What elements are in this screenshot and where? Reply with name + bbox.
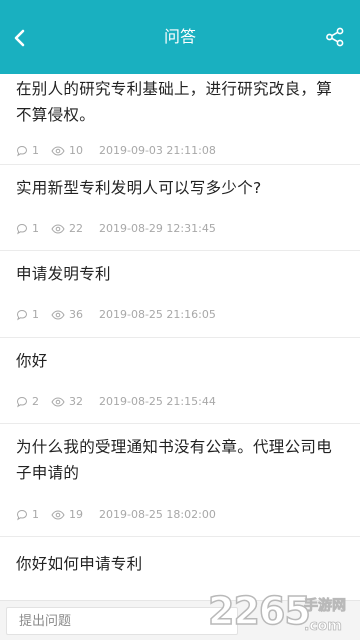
eye-icon [51, 223, 65, 235]
comment-icon [16, 396, 28, 408]
view-count: 19 [69, 508, 83, 521]
answer-count: 1 [32, 144, 39, 157]
app-header: 问答 [0, 0, 360, 74]
share-button[interactable] [324, 26, 346, 48]
share-icon [326, 27, 344, 47]
answer-count: 1 [32, 508, 39, 521]
site-watermark-logo: 2265 .com 手游网 [207, 588, 346, 634]
question-meta: 1 36 2019-08-25 21:16:05 [16, 308, 216, 322]
watermark-tagline: 手游网 [304, 597, 346, 614]
view-count: 10 [69, 144, 83, 157]
question-item[interactable]: 为什么我的受理通知书没有公章。代理公司电子申请的 1 19 2019-08-25… [0, 424, 360, 537]
answer-count: 1 [32, 222, 39, 235]
post-date: 2019-08-25 18:02:00 [99, 508, 216, 521]
watermark-brand: 2265 [208, 589, 310, 633]
view-count: 22 [69, 222, 83, 235]
question-title: 为什么我的受理通知书没有公章。代理公司电子申请的 [16, 438, 333, 482]
question-title: 你好 [16, 352, 48, 370]
eye-icon [51, 145, 65, 157]
question-item[interactable]: 申请发明专利 1 36 2019-08-25 21:16:05 [0, 251, 360, 338]
watermark-suffix: .com [304, 618, 342, 634]
post-date: 2019-08-29 12:31:45 [99, 222, 216, 235]
question-title: 在别人的研究专利基础上，进行研究改良，算不算侵权。 [16, 80, 333, 124]
question-meta: 2 32 2019-08-25 21:15:44 [16, 395, 216, 409]
answer-count: 2 [32, 395, 39, 408]
view-count: 36 [69, 308, 83, 321]
post-date: 2019-08-25 21:16:05 [99, 308, 216, 321]
comment-icon [16, 145, 28, 157]
question-list: 在别人的研究专利基础上，进行研究改良，算不算侵权。 1 10 2019-09-0… [0, 74, 360, 597]
question-meta: 1 10 2019-09-03 21:11:08 [16, 144, 216, 158]
question-item[interactable]: 在别人的研究专利基础上，进行研究改良，算不算侵权。 1 10 2019-09-0… [0, 74, 360, 165]
question-item[interactable]: 你好 2 32 2019-08-25 21:15:44 [0, 338, 360, 424]
question-item[interactable]: 实用新型专利发明人可以写多少个? 1 22 2019-08-29 12:31:4… [0, 165, 360, 251]
question-meta: 1 22 2019-08-29 12:31:45 [16, 222, 216, 236]
question-meta: 1 19 2019-08-25 18:02:00 [16, 508, 216, 522]
view-count: 32 [69, 395, 83, 408]
post-date: 2019-08-25 21:15:44 [99, 395, 216, 408]
question-title: 申请发明专利 [16, 265, 111, 283]
eye-icon [51, 396, 65, 408]
page-title: 问答 [163, 27, 196, 46]
eye-icon [51, 309, 65, 321]
comment-icon [16, 223, 28, 235]
question-title: 实用新型专利发明人可以写多少个? [16, 179, 262, 197]
answer-count: 1 [32, 308, 39, 321]
post-date: 2019-09-03 21:11:08 [99, 144, 216, 157]
eye-icon [51, 509, 65, 521]
comment-icon [16, 509, 28, 521]
comment-icon [16, 309, 28, 321]
